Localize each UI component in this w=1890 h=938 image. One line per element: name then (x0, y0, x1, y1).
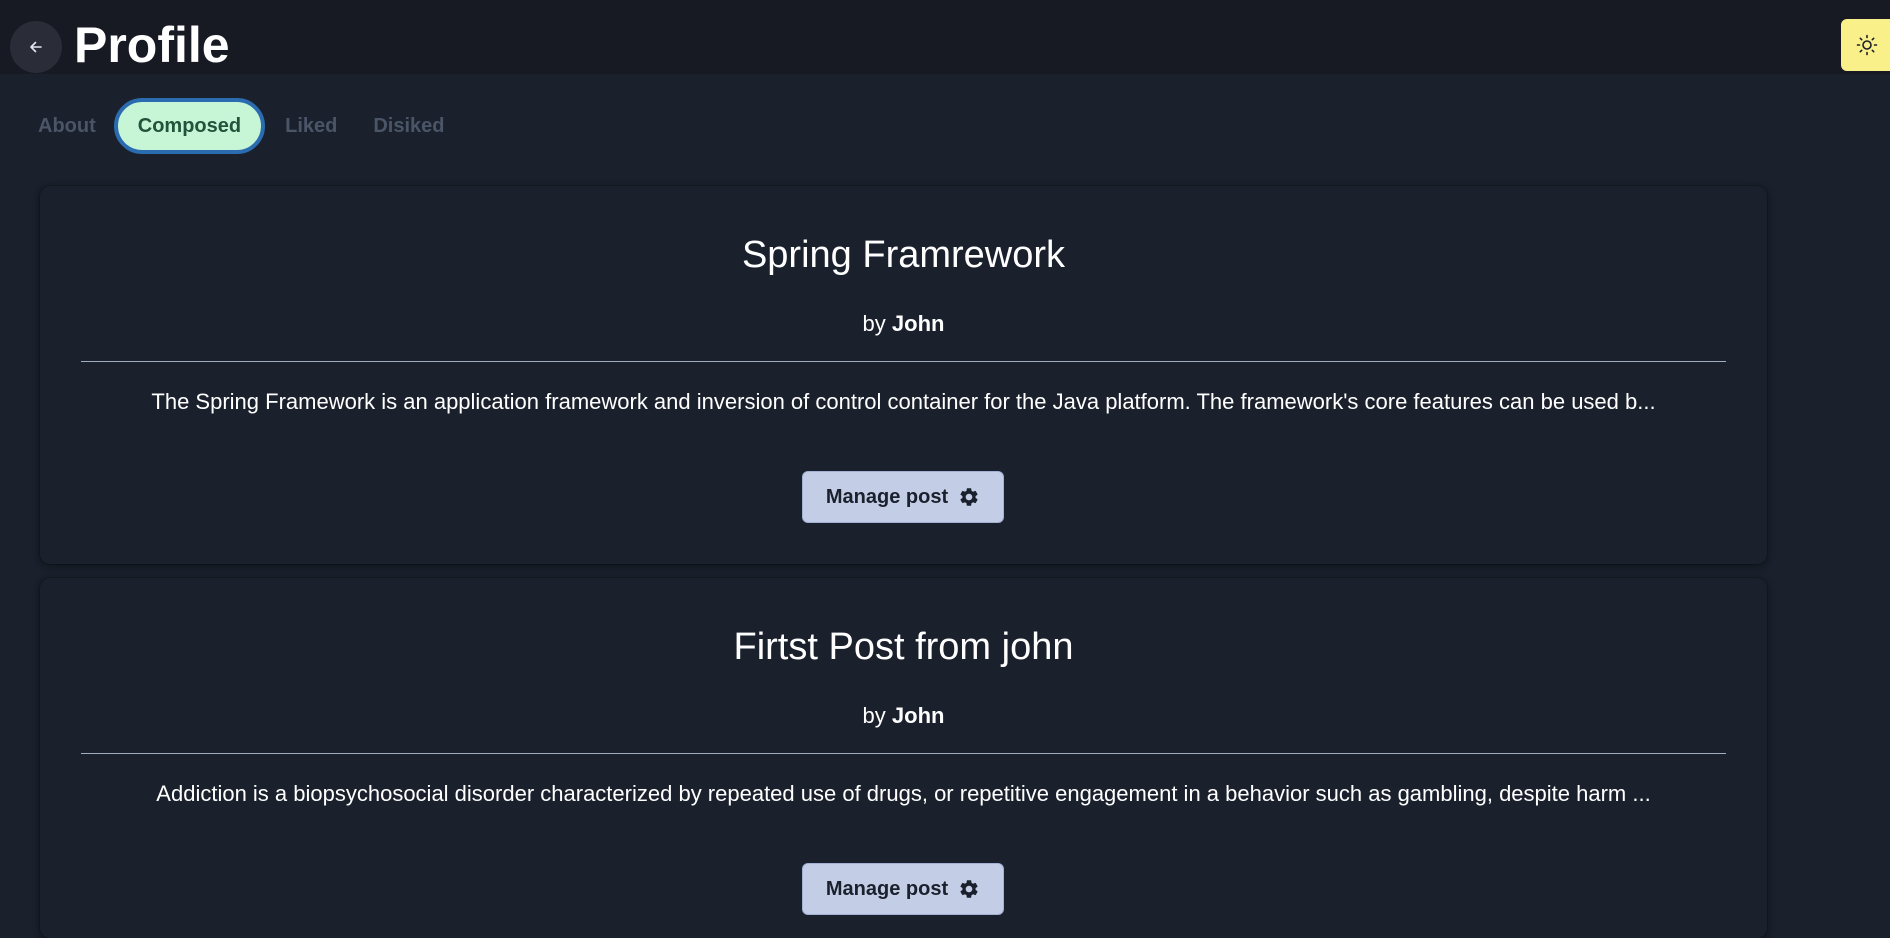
post-author-line: by John (40, 310, 1767, 338)
post-author-prefix: by (862, 311, 886, 336)
theme-toggle-button[interactable] (1841, 19, 1890, 71)
manage-post-label: Manage post (825, 485, 949, 508)
tab-about[interactable]: About (28, 98, 106, 154)
post-author-name: John (891, 703, 945, 728)
post-divider (81, 753, 1726, 754)
manage-post-button[interactable]: Manage post (802, 471, 1004, 523)
sun-icon (1856, 34, 1878, 56)
gear-icon (960, 880, 978, 898)
tab-liked[interactable]: Liked (275, 98, 347, 154)
post-card: Spring Framrework by John The Spring Fra… (40, 186, 1767, 564)
post-excerpt: Addiction is a biopsychosocial disorder … (156, 781, 1651, 806)
gear-icon (960, 488, 978, 506)
back-button[interactable] (10, 21, 62, 73)
arrow-left-icon (30, 41, 42, 53)
post-title: Firtst Post from john (733, 626, 1074, 668)
page-title: Profile (74, 17, 230, 73)
post-excerpt: The Spring Framework is an application f… (151, 389, 1656, 414)
post-divider (81, 361, 1726, 362)
post-author-prefix: by (862, 703, 886, 728)
manage-post-label: Manage post (825, 877, 949, 900)
post-author-line: by John (40, 702, 1767, 730)
post-title: Spring Framrework (741, 234, 1066, 276)
manage-post-button[interactable]: Manage post (802, 863, 1004, 915)
tab-composed[interactable]: Composed (113, 98, 266, 154)
post-card: Firtst Post from john by John Addiction … (40, 578, 1767, 938)
app-header: Profile (0, 0, 1890, 74)
tab-disiked[interactable]: Disiked (363, 98, 454, 154)
profile-tabs: About Composed Liked Disiked (28, 96, 455, 156)
post-author-name: John (891, 311, 945, 336)
